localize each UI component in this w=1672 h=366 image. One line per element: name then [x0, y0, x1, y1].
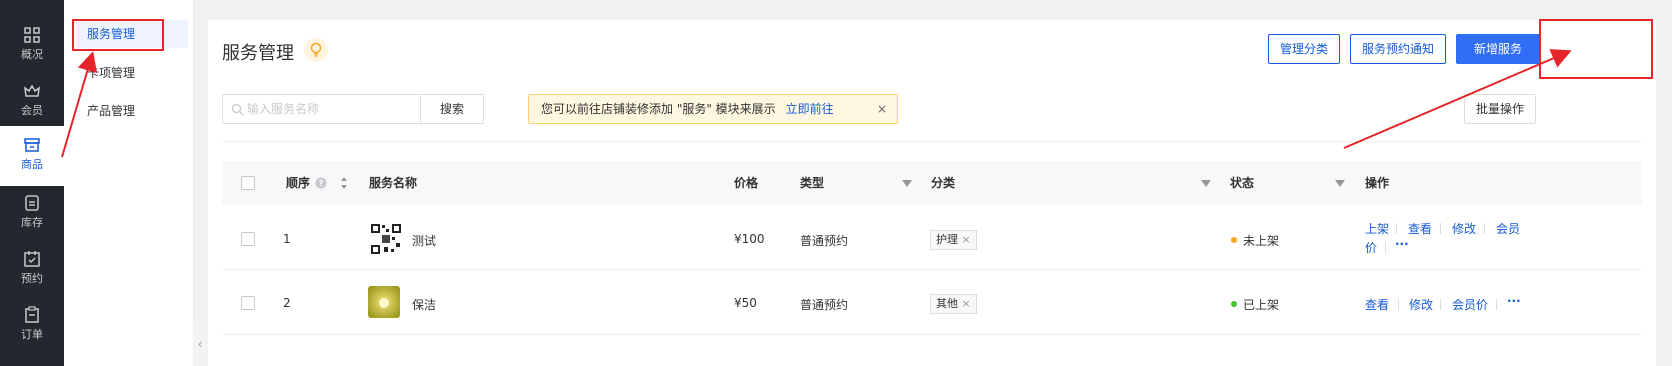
annotation-arrows	[61, 49, 1572, 158]
